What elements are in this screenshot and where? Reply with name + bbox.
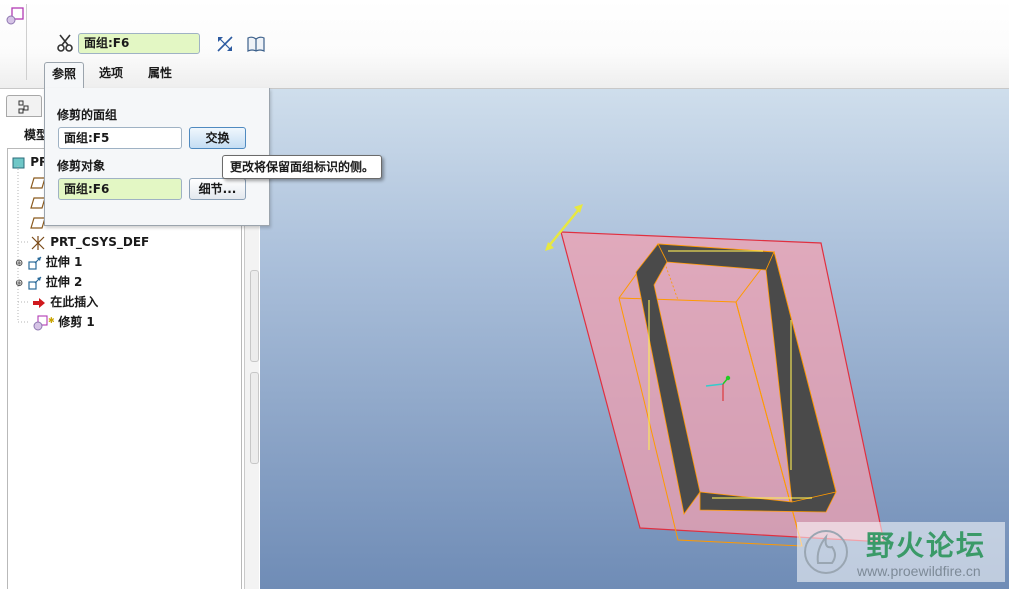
tree-icon bbox=[18, 100, 29, 114]
trim-object-field[interactable]: 面组:F6 bbox=[78, 33, 200, 54]
watermark-logo-icon bbox=[804, 530, 848, 574]
trimming-object-collector[interactable]: 面组:F6 bbox=[58, 178, 182, 200]
book-icon[interactable] bbox=[246, 35, 266, 53]
watermark-url: www.proewildfire.cn bbox=[857, 563, 981, 579]
sash-grip[interactable] bbox=[250, 270, 259, 362]
watermark-title: 野火论坛 bbox=[866, 529, 987, 562]
sash-grip[interactable] bbox=[250, 372, 259, 464]
tooltip: 更改将保留面组标识的侧。 bbox=[222, 155, 383, 179]
swap-button[interactable]: 交换 bbox=[189, 127, 246, 149]
tree-item-label: 拉伸 2 bbox=[45, 275, 83, 289]
tree-item-label: 拉伸 1 bbox=[45, 255, 83, 269]
tree-item-label: 修剪 1 bbox=[58, 315, 95, 329]
tree-item-trim-1[interactable]: ✱ 修剪 1 bbox=[32, 312, 95, 332]
trimmed-quilt-label: 修剪的面组 bbox=[57, 108, 118, 122]
tree-guide-lines bbox=[17, 166, 30, 323]
tree-item-insert-here[interactable]: 在此插入 bbox=[32, 292, 98, 312]
thicken-icon[interactable] bbox=[215, 34, 235, 54]
scissors-icon[interactable] bbox=[56, 33, 74, 53]
tree-item-label: PRT_CSYS_DEF bbox=[50, 235, 150, 249]
dashboard-divider bbox=[26, 4, 27, 80]
svg-text:✱: ✱ bbox=[48, 316, 54, 325]
trim-feature-icon bbox=[6, 7, 24, 25]
model-tree-tab[interactable] bbox=[6, 95, 42, 117]
tree-item-label: 在此插入 bbox=[50, 295, 99, 309]
tree-item-csys[interactable]: PRT_CSYS_DEF bbox=[30, 232, 149, 252]
details-button[interactable]: 细节... bbox=[189, 178, 246, 200]
trimming-object-label: 修剪对象 bbox=[57, 159, 106, 173]
tab-references[interactable]: 参照 bbox=[44, 62, 85, 89]
tab-options[interactable]: 选项 bbox=[92, 62, 130, 84]
tab-properties[interactable]: 属性 bbox=[141, 62, 179, 84]
trimmed-quilt-collector[interactable]: 面组:F5 bbox=[58, 127, 182, 149]
